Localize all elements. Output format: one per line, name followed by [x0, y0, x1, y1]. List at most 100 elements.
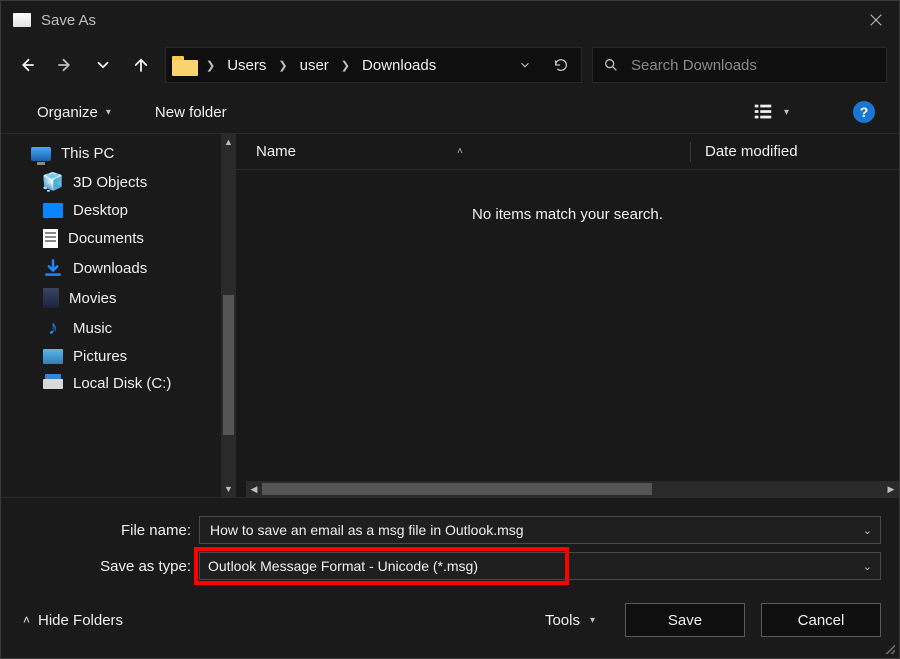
nav-row: ❯ Users ❯ user ❯ Downloads	[1, 39, 899, 91]
chevron-right-icon: ❯	[272, 59, 293, 72]
organize-label: Organize	[37, 104, 98, 121]
tree-label: 3D Objects	[73, 174, 147, 191]
tree-item-movies[interactable]: Movies	[1, 283, 236, 313]
close-icon	[869, 13, 883, 27]
sidebar-scrollbar[interactable]: ▲ ▼	[221, 134, 236, 497]
tree-label: Music	[73, 320, 112, 337]
scroll-down-icon[interactable]: ▼	[221, 481, 236, 497]
crumb-downloads[interactable]: Downloads	[358, 55, 440, 76]
file-name-input[interactable]	[208, 521, 855, 539]
arrow-right-icon	[56, 56, 74, 74]
music-icon: ♪	[43, 318, 63, 338]
tree-label: Local Disk (C:)	[73, 375, 171, 392]
column-name[interactable]: Name ˄	[256, 143, 676, 160]
hide-folders-label: Hide Folders	[38, 612, 123, 629]
tree-label: Movies	[69, 290, 117, 307]
search-icon	[603, 57, 619, 73]
tools-menu[interactable]: Tools ▾	[545, 612, 595, 629]
scroll-up-icon[interactable]: ▲	[221, 134, 236, 150]
tools-label: Tools	[545, 612, 580, 629]
toolbar: Organize ▾ New folder ▾ ?	[1, 91, 899, 133]
crumb-user[interactable]: user	[296, 55, 333, 76]
tree-label: Documents	[68, 230, 144, 247]
search-input[interactable]	[629, 56, 876, 75]
chevron-down-icon[interactable]: ⌄	[855, 524, 872, 537]
cube-icon: 🧊	[43, 172, 63, 192]
tree-item-documents[interactable]: Documents	[1, 224, 236, 253]
save-button[interactable]: Save	[625, 603, 745, 637]
save-type-field[interactable]: Outlook Message Format - Unicode (*.msg)…	[199, 552, 881, 580]
movies-icon	[43, 288, 59, 308]
help-button[interactable]: ?	[853, 101, 875, 123]
save-as-dialog: Save As ❯ Users ❯ user ❯ Downloads	[0, 0, 900, 659]
chevron-down-icon[interactable]: ⌄	[855, 560, 872, 573]
cancel-label: Cancel	[798, 612, 845, 629]
column-date[interactable]: Date modified	[705, 143, 879, 160]
caret-down-icon: ▾	[784, 107, 789, 118]
tree-item-3d-objects[interactable]: 🧊 3D Objects	[1, 167, 236, 197]
address-dropdown[interactable]	[511, 51, 539, 79]
tree-label: This PC	[61, 145, 114, 162]
tree-item-downloads[interactable]: Downloads	[1, 253, 236, 283]
caret-down-icon: ▾	[106, 107, 111, 118]
scroll-right-icon[interactable]: ▶	[883, 481, 899, 497]
cancel-button[interactable]: Cancel	[761, 603, 881, 637]
scroll-track[interactable]	[221, 150, 236, 481]
refresh-button[interactable]	[547, 51, 575, 79]
nav-up-button[interactable]	[127, 51, 155, 79]
column-separator[interactable]	[690, 142, 691, 162]
tree-label: Pictures	[73, 348, 127, 365]
app-icon	[13, 13, 31, 27]
this-pc-icon	[31, 147, 51, 161]
save-form: File name: ⌄ Save as type: Outlook Messa…	[1, 498, 899, 586]
chevron-right-icon: ❯	[206, 59, 215, 72]
download-icon	[43, 258, 63, 278]
file-list-body: No items match your search. ◀ ▶	[236, 170, 899, 497]
organize-menu[interactable]: Organize ▾	[37, 104, 111, 121]
file-pane: Name ˄ Date modified No items match your…	[236, 134, 899, 497]
arrow-up-icon	[132, 56, 150, 74]
column-date-label: Date modified	[705, 143, 798, 160]
titlebar: Save As	[1, 1, 899, 39]
file-name-label: File name:	[19, 522, 199, 539]
new-folder-label: New folder	[155, 104, 227, 121]
column-headers: Name ˄ Date modified	[236, 134, 899, 170]
list-view-icon	[752, 101, 774, 123]
tree-item-local-disk[interactable]: Local Disk (C:)	[1, 370, 236, 397]
hide-folders-button[interactable]: ˄ Hide Folders	[23, 612, 123, 629]
refresh-icon	[553, 57, 569, 73]
chevron-up-icon: ˄	[23, 613, 30, 627]
view-options[interactable]: ▾	[752, 101, 789, 123]
scroll-thumb[interactable]	[262, 483, 652, 495]
nav-recent-button[interactable]	[89, 51, 117, 79]
main-area: This PC 🧊 3D Objects Desktop Documents	[1, 133, 899, 498]
horizontal-scrollbar[interactable]: ◀ ▶	[246, 481, 899, 497]
tree-item-music[interactable]: ♪ Music	[1, 313, 236, 343]
document-icon	[43, 229, 58, 248]
nav-forward-button[interactable]	[51, 51, 79, 79]
tree-item-this-pc[interactable]: This PC	[1, 140, 236, 167]
save-label: Save	[668, 612, 702, 629]
folder-icon	[172, 54, 198, 76]
resize-grip-icon[interactable]	[883, 642, 895, 654]
sort-indicator-icon: ˄	[457, 146, 463, 157]
tree-item-desktop[interactable]: Desktop	[1, 197, 236, 224]
sidebar: This PC 🧊 3D Objects Desktop Documents	[1, 134, 236, 497]
scroll-track[interactable]	[262, 481, 883, 497]
tree-label: Downloads	[73, 260, 147, 277]
save-type-label: Save as type:	[19, 558, 199, 575]
new-folder-button[interactable]: New folder	[155, 104, 227, 121]
desktop-icon	[43, 203, 63, 218]
file-name-field[interactable]: ⌄	[199, 516, 881, 544]
tree-item-pictures[interactable]: Pictures	[1, 343, 236, 370]
close-button[interactable]	[853, 1, 899, 39]
address-bar[interactable]: ❯ Users ❯ user ❯ Downloads	[165, 47, 582, 83]
crumb-users[interactable]: Users	[223, 55, 270, 76]
search-box[interactable]	[592, 47, 887, 83]
scroll-thumb[interactable]	[223, 295, 234, 435]
scroll-left-icon[interactable]: ◀	[246, 481, 262, 497]
window-title: Save As	[41, 12, 853, 29]
chevron-right-icon: ❯	[335, 59, 356, 72]
chevron-down-icon	[518, 58, 532, 72]
nav-back-button[interactable]	[13, 51, 41, 79]
